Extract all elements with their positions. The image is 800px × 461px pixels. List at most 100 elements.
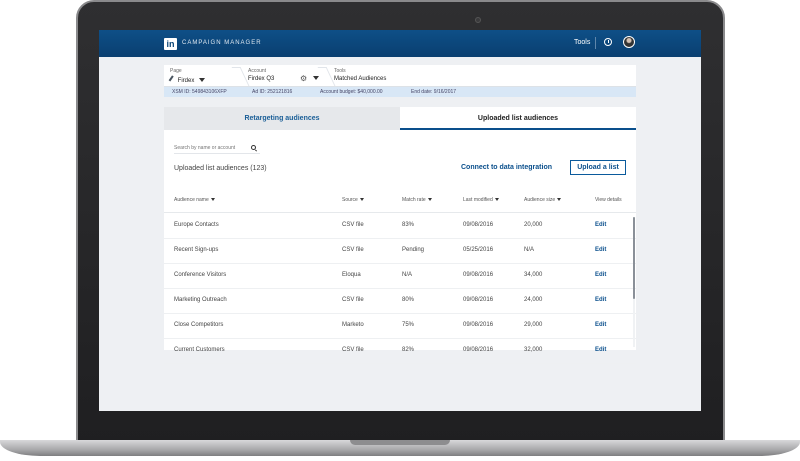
edit-link[interactable]: Edit — [595, 347, 606, 353]
match-rate-cell: 80% — [402, 297, 415, 303]
audience-size-cell: 20,000 — [524, 222, 543, 228]
sort-icon[interactable] — [427, 198, 432, 202]
sort-icon[interactable] — [494, 198, 499, 202]
tools-breadcrumb[interactable]: Tools Matched Audiences — [334, 68, 386, 82]
edit-link[interactable]: Edit — [595, 247, 606, 253]
end-date: End date: 9/16/2017 — [411, 89, 457, 95]
audience-name-cell: Marketing Outreach — [174, 297, 227, 303]
sort-icon[interactable] — [557, 198, 562, 202]
upload-list-button[interactable]: Upload a list — [570, 160, 626, 175]
last-modified-cell: 09/08/2016 — [463, 322, 494, 328]
edit-link[interactable]: Edit — [595, 322, 606, 328]
source-cell: CSV file — [342, 222, 364, 228]
match-rate-cell: 75% — [402, 322, 415, 328]
nav-divider — [595, 37, 596, 49]
page-label: Page — [170, 68, 182, 74]
pin-icon — [168, 75, 176, 83]
column-label: Audience size — [524, 197, 556, 203]
column-match-rate[interactable]: Match rate — [402, 197, 432, 203]
source-cell: Eloqua — [342, 272, 361, 278]
source-cell: CSV file — [342, 347, 364, 353]
scrollbar[interactable] — [633, 217, 635, 347]
table-row[interactable]: Recent Sign-ups CSV file Pending 05/25/2016… — [164, 239, 636, 264]
gear-icon[interactable]: ⚙ — [300, 74, 307, 83]
table-row[interactable]: Conference Visitors Eloqua N/A 09/08/2016 34… — [164, 264, 636, 289]
table-row[interactable]: Close Competitors Marketo 75% 09/08/2016 29,… — [164, 314, 636, 339]
account-value: Firdex Q3 — [248, 76, 275, 82]
audience-name-cell: Conference Visitors — [174, 272, 227, 278]
audience-size-cell: 34,000 — [524, 272, 543, 278]
column-view-details: View details — [595, 197, 622, 203]
source-cell: Marketo — [342, 322, 364, 328]
tools-menu[interactable]: Tools — [574, 39, 590, 46]
tools-value: Matched Audiences — [334, 76, 387, 82]
source-cell: CSV file — [342, 247, 364, 253]
edit-link[interactable]: Edit — [595, 272, 606, 278]
column-audience-size[interactable]: Audience size — [524, 197, 562, 203]
audiences-panel: Retargeting audiences Uploaded list audi… — [164, 107, 636, 364]
audience-name-cell: Close Competitors — [174, 322, 224, 328]
last-modified-cell: 05/25/2016 — [463, 247, 494, 253]
match-rate-cell: 82% — [402, 347, 415, 353]
column-label: Source — [342, 197, 358, 203]
camera-dot — [475, 17, 481, 23]
source-cell: CSV file — [342, 297, 364, 303]
audience-size-cell: 29,000 — [524, 322, 543, 328]
breadcrumb-separator — [236, 65, 244, 87]
last-modified-cell: 09/08/2016 — [463, 347, 494, 353]
edit-link[interactable]: Edit — [595, 222, 606, 228]
search-underline — [174, 153, 260, 154]
table-row[interactable]: Current Customers CSV file 82% 09/08/2016 32… — [164, 339, 636, 364]
column-label: Last modified — [463, 197, 493, 203]
audience-size-cell: 32,000 — [524, 347, 543, 353]
account-info-bar: XSM ID: 549843106XFP Ad ID: 252121816 Ac… — [164, 87, 636, 97]
table-row[interactable]: Marketing Outreach CSV file 80% 09/08/2016 2… — [164, 289, 636, 314]
brand-title: CAMPAIGN MANAGER — [182, 40, 262, 46]
last-modified-cell: 09/08/2016 — [463, 272, 494, 278]
context-bar: Page Firdex Account Firdex Q3 ⚙ Tools Ma… — [164, 65, 636, 87]
audience-name-cell: Europe Contacts — [174, 222, 219, 228]
search-icon[interactable] — [251, 145, 256, 150]
column-label: Audience name — [174, 197, 209, 203]
avatar[interactable] — [623, 36, 635, 48]
ad-id: Ad ID: 252121816 — [252, 89, 293, 95]
column-source[interactable]: Source — [342, 197, 364, 203]
account-budget: Account budget: $40,000.00 — [320, 89, 383, 95]
search-input[interactable] — [174, 144, 256, 152]
column-audience-name[interactable]: Audience name — [174, 197, 215, 203]
table-header: Audience name Source Match rate Last mod… — [164, 190, 636, 213]
audience-size-cell: 24,000 — [524, 297, 543, 303]
audience-name-cell: Recent Sign-ups — [174, 247, 219, 253]
audience-name-cell: Current Customers — [174, 347, 225, 353]
sort-icon[interactable] — [359, 198, 364, 202]
account-selector[interactable]: Account Firdex Q3 — [248, 68, 274, 82]
match-rate-cell: N/A — [402, 272, 413, 278]
chevron-down-icon[interactable] — [313, 76, 319, 80]
account-label: Account — [248, 68, 267, 74]
last-modified-cell: 09/08/2016 — [463, 297, 494, 303]
scroll-thumb[interactable] — [633, 217, 635, 299]
connect-data-integration-link[interactable]: Connect to data integration — [461, 164, 552, 171]
chevron-down-icon[interactable] — [199, 78, 206, 83]
breadcrumb-separator — [322, 65, 330, 87]
tab-retargeting-audiences[interactable]: Retargeting audiences — [164, 107, 400, 130]
match-rate-cell: 83% — [402, 222, 415, 228]
column-label: Match rate — [402, 197, 426, 203]
linkedin-logo[interactable]: in — [164, 38, 177, 50]
xsm-id: XSM ID: 549843106XFP — [172, 89, 227, 95]
top-navigation: in CAMPAIGN MANAGER Tools — [99, 30, 701, 57]
sort-icon[interactable] — [210, 198, 215, 202]
screen: in CAMPAIGN MANAGER Tools Page Firdex Ac… — [99, 30, 701, 411]
laptop-notch — [350, 440, 450, 445]
column-last-modified[interactable]: Last modified — [463, 197, 499, 203]
page-selector[interactable]: Page Firdex — [168, 68, 206, 84]
clock-icon[interactable] — [604, 38, 612, 46]
page-value-row: Firdex — [168, 75, 206, 84]
edit-link[interactable]: Edit — [595, 297, 606, 303]
page-value: Firdex — [177, 78, 195, 84]
last-modified-cell: 09/08/2016 — [463, 222, 494, 228]
match-rate-cell: Pending — [402, 247, 425, 253]
audience-size-cell: N/A — [524, 247, 535, 253]
tab-uploaded-list-audiences[interactable]: Uploaded list audiences — [400, 107, 636, 130]
table-row[interactable]: Europe Contacts CSV file 83% 09/08/2016 20,0… — [164, 214, 636, 239]
